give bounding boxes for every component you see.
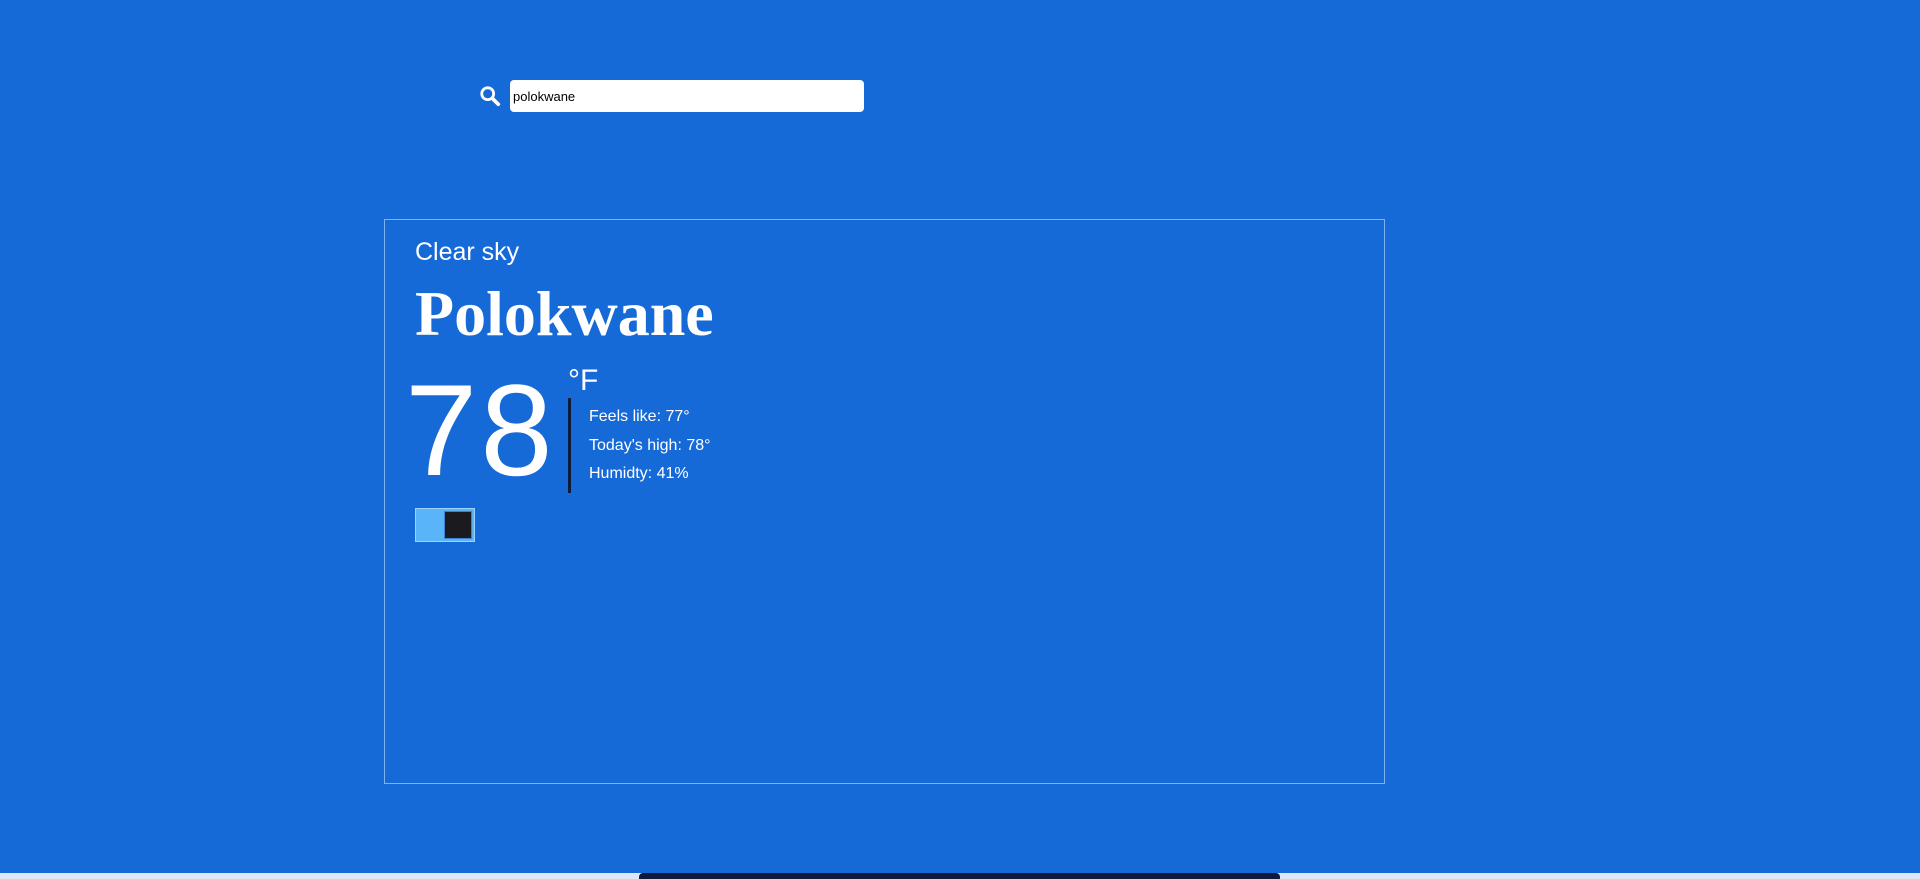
feels-like: Feels like: 77° (589, 408, 690, 425)
todays-high: Today's high: 78° (589, 436, 711, 454)
divider (568, 398, 571, 493)
weather-details: Feels like: 77° Today's high: 78° Humidt… (589, 409, 711, 495)
toggle-knob (444, 511, 472, 539)
temperature-value: 78 (405, 357, 556, 503)
bottom-bar (639, 873, 1280, 879)
weather-condition: Clear sky (415, 238, 520, 266)
weather-card: Clear sky Polokwane 78 °F Feels like: 77… (384, 219, 1385, 784)
city-name: Polokwane (415, 278, 714, 349)
search-icon[interactable] (478, 84, 502, 108)
search-bar (478, 80, 864, 112)
unit-toggle[interactable] (415, 508, 475, 542)
humidity: Humidty: 41% (589, 465, 689, 482)
temperature-unit: °F (568, 364, 599, 397)
search-input[interactable] (510, 80, 864, 112)
